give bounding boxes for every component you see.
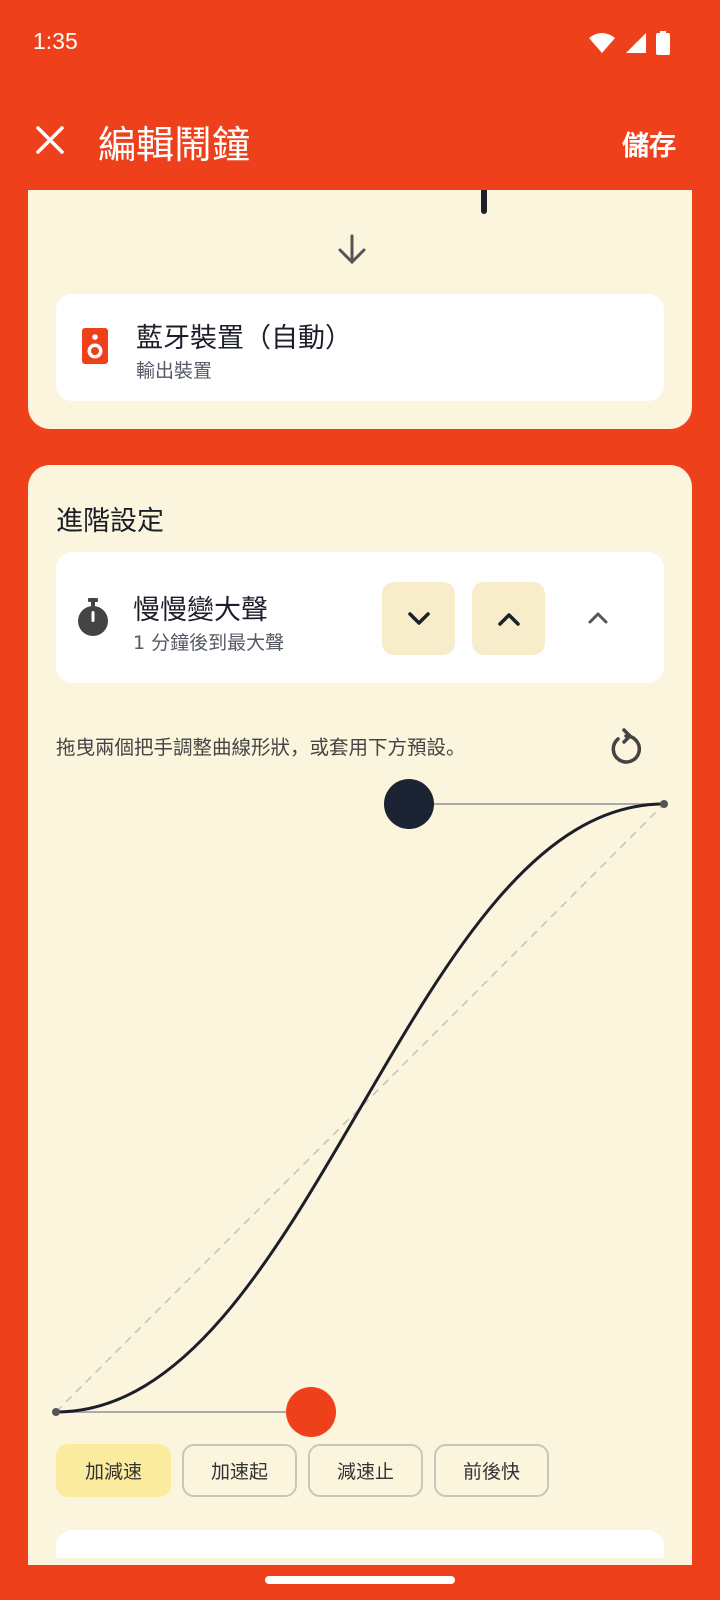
output-device-name: 藍牙裝置（自動） bbox=[136, 323, 352, 354]
advanced-heading: 進階設定 bbox=[56, 506, 164, 537]
curve-hint: 拖曳兩個把手調整曲線形狀，或套用下方預設。 bbox=[56, 736, 466, 759]
output-device-row[interactable]: 藍牙裝置（自動） 輸出裝置 bbox=[56, 294, 664, 401]
decrease-duration-button[interactable] bbox=[382, 582, 455, 655]
speaker-icon bbox=[82, 328, 108, 364]
arrow-down-icon bbox=[338, 234, 366, 265]
close-icon bbox=[36, 126, 64, 154]
next-setting-card bbox=[56, 1530, 664, 1558]
fade-in-title: 慢慢變大聲 bbox=[133, 595, 268, 626]
chevron-up-icon bbox=[497, 612, 520, 626]
collapse-button[interactable] bbox=[576, 596, 620, 640]
fade-in-row: 慢慢變大聲 1 分鐘後到最大聲 bbox=[56, 552, 664, 683]
preset-ease-in-out[interactable]: 加減速 bbox=[56, 1444, 171, 1497]
status-time: 1:35 bbox=[33, 28, 78, 54]
reset-curve-button[interactable] bbox=[604, 727, 648, 771]
connector-line bbox=[481, 190, 487, 214]
increase-duration-button[interactable] bbox=[472, 582, 545, 655]
save-button[interactable]: 儲存 bbox=[622, 124, 676, 163]
timer-icon bbox=[78, 598, 108, 636]
preset-ease-in[interactable]: 加速起 bbox=[182, 1444, 297, 1497]
wifi-icon bbox=[589, 33, 615, 53]
preset-fast-ends[interactable]: 前後快 bbox=[434, 1444, 549, 1497]
advanced-card: 進階設定 慢慢變大聲 1 分鐘後到最大聲 拖曳兩個把手調整曲線形狀，或套用下方預… bbox=[28, 465, 692, 1565]
output-card: 藍牙裝置（自動） 輸出裝置 bbox=[28, 190, 692, 429]
output-device-label: 輸出裝置 bbox=[136, 360, 213, 382]
chevron-down-icon bbox=[407, 611, 430, 625]
close-button[interactable] bbox=[28, 118, 72, 162]
reset-icon bbox=[611, 728, 642, 764]
gesture-nav-handle[interactable] bbox=[265, 1576, 455, 1584]
signal-icon bbox=[626, 33, 646, 53]
preset-ease-out[interactable]: 減速止 bbox=[308, 1444, 423, 1497]
battery-icon bbox=[656, 31, 670, 55]
status-icons bbox=[588, 28, 670, 58]
page-title: 編輯鬧鐘 bbox=[98, 123, 251, 167]
chevron-up-icon bbox=[588, 612, 608, 624]
fade-in-subtitle: 1 分鐘後到最大聲 bbox=[133, 632, 285, 654]
